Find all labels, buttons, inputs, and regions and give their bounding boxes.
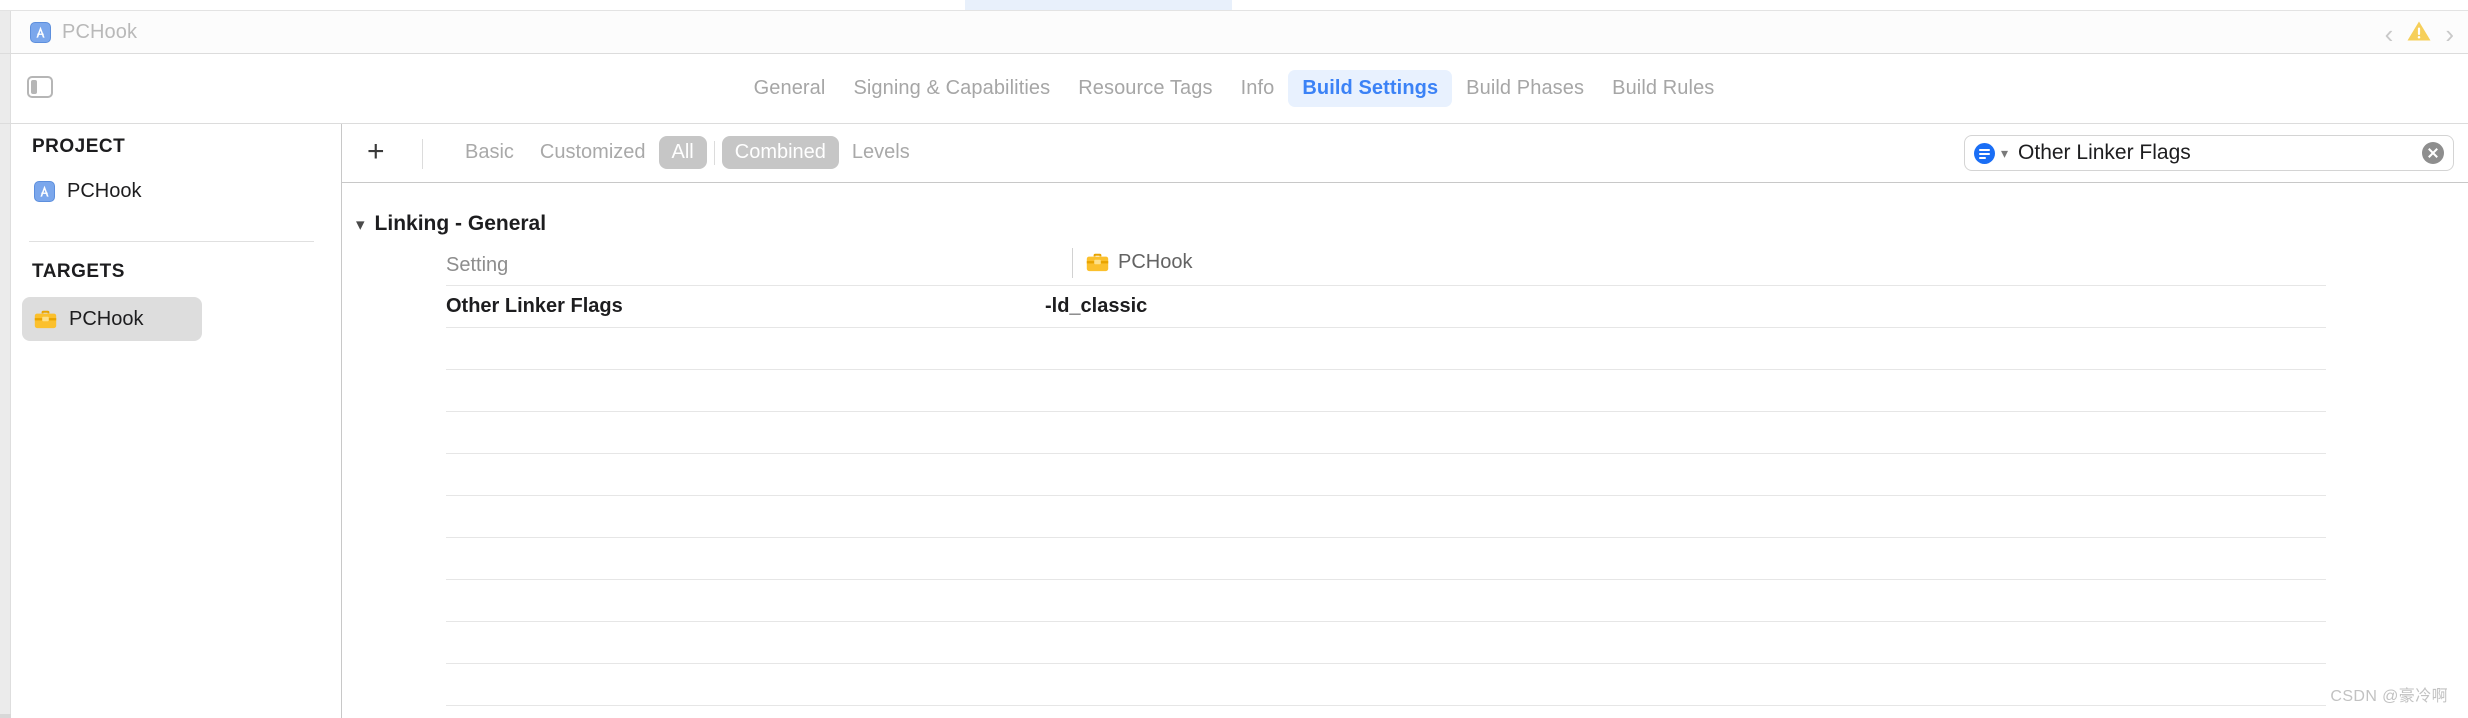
sidebar-item-target-pchook[interactable]: PCHook (22, 297, 202, 341)
table-column-header: Setting PCHook (342, 245, 2468, 285)
filter-basic[interactable]: Basic (452, 136, 527, 169)
sidebar-header-project: PROJECT (32, 136, 126, 157)
table-rule (446, 369, 2326, 370)
build-settings-toolbar: + Basic Customized All Combined Levels ▾… (342, 124, 2468, 183)
build-settings-filter-segments: Basic Customized All Combined Levels (452, 136, 923, 169)
jump-bar-document[interactable]: PCHook (30, 21, 137, 44)
filter-combined[interactable]: Combined (721, 136, 839, 169)
column-header-target-label: PCHook (1118, 251, 1193, 273)
chevron-down-icon[interactable]: ▾ (2001, 146, 2008, 160)
section-linking-general[interactable]: ▾ Linking - General (356, 212, 546, 236)
table-rule (446, 705, 2326, 706)
navigator-gutter-sidebar (0, 124, 11, 718)
filter-customized[interactable]: Customized (527, 136, 659, 169)
jump-bar-controls: ‹ › (2385, 19, 2454, 48)
table-rule (446, 621, 2326, 622)
toolbox-icon (1086, 253, 1109, 272)
tab-build-settings[interactable]: Build Settings (1288, 70, 1453, 107)
table-rule (446, 537, 2326, 538)
section-title: Linking - General (374, 212, 547, 235)
project-targets-sidebar: PROJECT PCHook TARGETS PCHook (0, 124, 342, 718)
table-rule (446, 663, 2326, 664)
table-row[interactable]: Other Linker Flags -ld_classic (342, 286, 2468, 327)
sidebar-item-label: PCHook (67, 179, 142, 202)
column-divider[interactable] (1072, 248, 1073, 278)
column-header-setting: Setting (446, 254, 509, 276)
search-input[interactable]: ▾ Other Linker Flags (1964, 135, 2454, 171)
target-editor-tab-bar: General Signing & Capabilities Resource … (0, 54, 2468, 124)
tab-info[interactable]: Info (1227, 70, 1289, 107)
chevron-down-icon[interactable]: ▾ (356, 216, 365, 233)
filter-badge-icon[interactable] (1974, 142, 1995, 164)
table-rule (446, 579, 2326, 580)
table-rule (446, 495, 2326, 496)
filter-all[interactable]: All (658, 136, 707, 169)
filter-levels[interactable]: Levels (839, 136, 923, 169)
sidebar-section-separator (29, 241, 314, 242)
navigator-gutter-top (0, 11, 11, 53)
xcode-app-icon (30, 22, 51, 43)
column-header-target: PCHook (1086, 251, 1192, 274)
chevron-left-icon[interactable]: ‹ (2385, 21, 2394, 47)
toolbar-divider-2 (713, 140, 715, 165)
search-input-value[interactable]: Other Linker Flags (2018, 141, 2416, 165)
xcode-app-icon (34, 180, 55, 202)
table-rule (446, 453, 2326, 454)
navigator-gutter-bottom (0, 714, 11, 718)
toolbar-divider-1 (422, 139, 423, 169)
jump-bar-title: PCHook (62, 21, 138, 43)
tab-build-rules[interactable]: Build Rules (1598, 70, 1728, 107)
build-settings-table: ▾ Linking - General Setting PCHook Other… (342, 183, 2468, 718)
editor-tabs: General Signing & Capabilities Resource … (0, 54, 2468, 123)
sidebar-header-targets: TARGETS (32, 261, 125, 282)
watermark: CSDN @豪冷啊 (2330, 688, 2448, 705)
sidebar-item-label: PCHook (69, 307, 144, 330)
sidebar-item-project-pchook[interactable]: PCHook (22, 169, 322, 213)
setting-name: Other Linker Flags (446, 295, 623, 317)
toolbox-icon (34, 310, 57, 329)
clear-circle-icon[interactable] (2422, 142, 2444, 164)
table-rule (446, 411, 2326, 412)
jump-bar: PCHook ‹ › (0, 11, 2468, 54)
editor-tab-strip (0, 0, 2468, 11)
table-rule (446, 327, 2326, 328)
tab-resource-tags[interactable]: Resource Tags (1064, 70, 1226, 107)
chevron-right-icon[interactable]: › (2445, 21, 2454, 47)
warning-triangle-icon[interactable] (2406, 19, 2432, 48)
tab-general[interactable]: General (740, 70, 840, 107)
tab-signing-capabilities[interactable]: Signing & Capabilities (839, 70, 1064, 107)
tab-build-phases[interactable]: Build Phases (1452, 70, 1598, 107)
plus-icon[interactable]: + (367, 137, 385, 167)
setting-value[interactable]: -ld_classic (1045, 295, 1147, 318)
